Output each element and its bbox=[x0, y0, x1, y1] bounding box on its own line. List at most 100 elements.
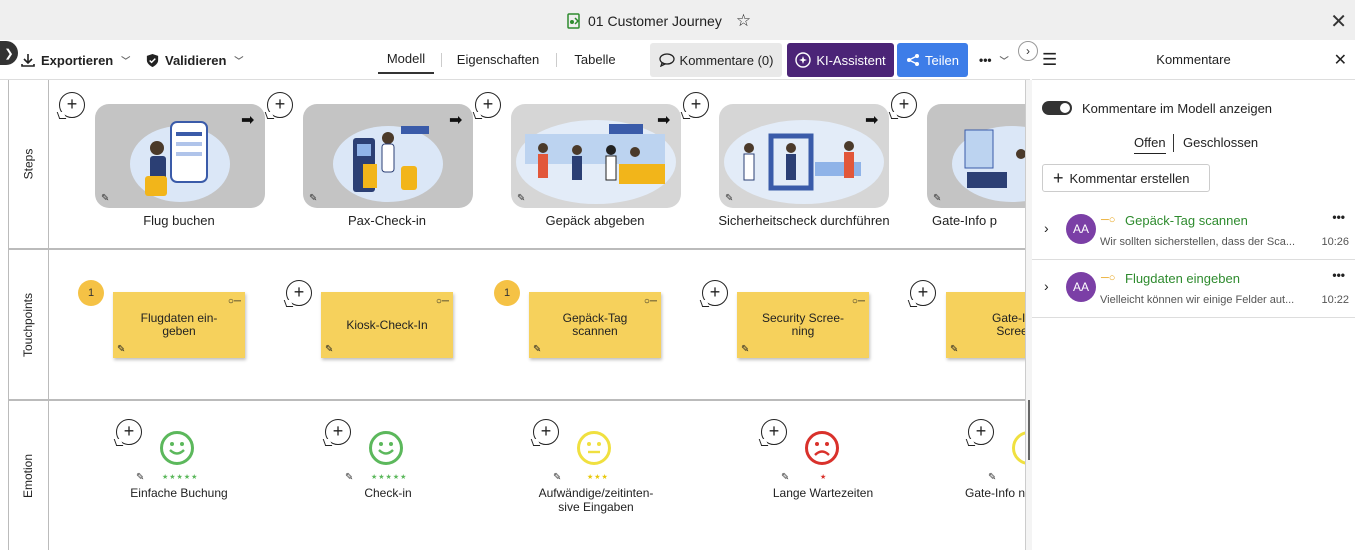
touchpoint-sticky[interactable]: Flugdaten ein- geben ○─ ✎ bbox=[113, 292, 245, 358]
edit-pencil-icon[interactable]: ✎ bbox=[533, 343, 541, 356]
tab-properties[interactable]: Eigenschaften bbox=[448, 40, 548, 80]
add-step-icon[interactable]: + bbox=[59, 92, 85, 118]
close-panel-icon[interactable]: ✕ bbox=[1334, 50, 1347, 70]
export-label: Exportieren bbox=[41, 52, 114, 68]
tab-separator bbox=[441, 53, 442, 67]
rating-stars: ★ bbox=[820, 474, 828, 481]
tab-table[interactable]: Tabelle bbox=[563, 40, 627, 80]
validate-button[interactable]: Validieren ﹀ bbox=[145, 40, 243, 80]
step-card-flight-booking[interactable]: ✎ bbox=[95, 104, 265, 208]
comments-label: Kommentare (0) bbox=[679, 52, 774, 68]
ki-assistant-button[interactable]: KI-Assistent bbox=[787, 43, 894, 77]
sad-face-icon[interactable] bbox=[805, 431, 839, 465]
comments-button[interactable]: Kommentare (0) bbox=[650, 43, 782, 77]
rating-stars: ★★★★★ bbox=[162, 474, 199, 481]
key-icon: ─○ bbox=[1101, 214, 1116, 226]
show-comments-toggle[interactable] bbox=[1042, 101, 1072, 115]
add-step-icon[interactable]: + bbox=[891, 92, 917, 118]
favorite-star-icon[interactable]: ☆ bbox=[736, 11, 751, 31]
step-card-security-check[interactable]: ✎ bbox=[719, 104, 889, 208]
speech-bubble-icon bbox=[658, 53, 675, 67]
filter-open-tab[interactable]: Offen bbox=[1134, 135, 1166, 154]
add-touchpoint-icon[interactable]: + bbox=[910, 280, 936, 306]
comment-item[interactable]: › AA ─○ Gepäck-Tag scannen ••• Wir sollt… bbox=[1032, 202, 1355, 260]
toolbar: Exportieren ﹀ Validieren ﹀ Modell Eigens… bbox=[0, 40, 1030, 80]
edit-pencil-icon[interactable]: ✎ bbox=[988, 472, 996, 483]
neutral-face-icon[interactable] bbox=[1012, 431, 1025, 465]
ai-sparkle-icon bbox=[795, 52, 812, 68]
step-card-pax-checkin[interactable]: ✎ bbox=[303, 104, 473, 208]
add-emotion-icon[interactable]: + bbox=[761, 419, 787, 445]
emotion-label: Einfache Buchung bbox=[130, 486, 228, 500]
edit-pencil-icon[interactable]: ✎ bbox=[553, 472, 561, 483]
chevron-right-icon[interactable]: › bbox=[1044, 220, 1049, 236]
panel-splitter[interactable] bbox=[1025, 80, 1032, 550]
add-emotion-icon[interactable]: + bbox=[533, 419, 559, 445]
filter-separator bbox=[1173, 134, 1174, 152]
comment-item[interactable]: › AA ─○ Flugdaten eingeben ••• Vielleich… bbox=[1032, 260, 1355, 318]
happy-face-icon[interactable] bbox=[369, 431, 403, 465]
add-emotion-icon[interactable]: + bbox=[325, 419, 351, 445]
title-bar: 01 Customer Journey ☆ ✕ bbox=[0, 0, 1355, 40]
journey-canvas[interactable]: Steps Touchpoints Emotion + ✎ ➡ Flug buc… bbox=[8, 80, 1025, 550]
window-title-wrap: 01 Customer Journey ☆ bbox=[566, 11, 751, 31]
chevron-right-icon[interactable]: › bbox=[1044, 278, 1049, 294]
touchpoint-label: Security Scree- ning bbox=[761, 311, 845, 338]
edit-pencil-icon[interactable]: ✎ bbox=[309, 193, 317, 204]
comment-title: Flugdaten eingeben bbox=[1125, 271, 1240, 286]
touchpoint-sticky[interactable]: Gate-In Scree ✎ bbox=[946, 292, 1025, 358]
edit-pencil-icon[interactable]: ✎ bbox=[933, 193, 941, 204]
step-label: Gepäck abgeben bbox=[545, 213, 645, 228]
add-step-icon[interactable]: + bbox=[683, 92, 709, 118]
add-emotion-icon[interactable]: + bbox=[968, 419, 994, 445]
more-options-icon[interactable]: ••• bbox=[1332, 268, 1345, 282]
edit-pencil-icon[interactable]: ✎ bbox=[101, 193, 109, 204]
collapse-right-icon[interactable]: › bbox=[1018, 41, 1038, 61]
next-arrow-icon: ➡ bbox=[449, 112, 463, 129]
happy-face-icon[interactable] bbox=[160, 431, 194, 465]
edit-pencil-icon[interactable]: ✎ bbox=[781, 472, 789, 483]
more-options-button[interactable]: ••• ﹀ bbox=[979, 40, 1009, 80]
add-step-icon[interactable]: + bbox=[475, 92, 501, 118]
more-label: ••• bbox=[979, 53, 992, 67]
add-touchpoint-icon[interactable]: + bbox=[286, 280, 312, 306]
comment-count-badge[interactable]: 1 bbox=[494, 280, 520, 306]
touchpoint-sticky[interactable]: Security Scree- ning ○─ ✎ bbox=[737, 292, 869, 358]
lane-divider bbox=[9, 248, 1025, 250]
add-step-icon[interactable]: + bbox=[267, 92, 293, 118]
filter-closed-tab[interactable]: Geschlossen bbox=[1183, 135, 1258, 150]
step-card-gate-info[interactable]: ✎ bbox=[927, 104, 1025, 208]
touchpoint-sticky[interactable]: Gepäck-Tag scannen ○─ ✎ bbox=[529, 292, 661, 358]
comment-count-badge[interactable]: 1 bbox=[78, 280, 104, 306]
edit-pencil-icon[interactable]: ✎ bbox=[725, 193, 733, 204]
comment-time: 10:22 bbox=[1321, 294, 1349, 306]
edit-pencil-icon[interactable]: ✎ bbox=[117, 343, 125, 356]
edit-pencil-icon[interactable]: ✎ bbox=[345, 472, 353, 483]
create-comment-button[interactable]: + Kommentar erstellen bbox=[1042, 164, 1210, 192]
close-window-icon[interactable]: ✕ bbox=[1330, 9, 1347, 34]
touchpoint-label: Kiosk-Check-In bbox=[346, 317, 428, 332]
rating-stars: ★★★★★ bbox=[371, 474, 408, 481]
touchpoint-label: Flugdaten ein- geben bbox=[140, 311, 218, 338]
edit-pencil-icon[interactable]: ✎ bbox=[136, 472, 144, 483]
add-emotion-icon[interactable]: + bbox=[116, 419, 142, 445]
add-touchpoint-icon[interactable]: + bbox=[702, 280, 728, 306]
step-label: Flug buchen bbox=[143, 213, 215, 228]
edit-pencil-icon[interactable]: ✎ bbox=[950, 343, 958, 356]
neutral-face-icon[interactable] bbox=[577, 431, 611, 465]
next-arrow-icon: ➡ bbox=[865, 112, 879, 129]
tab-model[interactable]: Modell bbox=[378, 40, 434, 74]
step-card-baggage-drop[interactable]: ✎ bbox=[511, 104, 681, 208]
export-button[interactable]: Exportieren ﹀ bbox=[20, 40, 130, 80]
edit-pencil-icon[interactable]: ✎ bbox=[517, 193, 525, 204]
more-options-icon[interactable]: ••• bbox=[1332, 210, 1345, 224]
edit-pencil-icon[interactable]: ✎ bbox=[325, 343, 333, 356]
emotion-label: Lange Wartezeiten bbox=[772, 486, 874, 500]
key-icon: ○─ bbox=[643, 296, 657, 307]
key-icon: ─○ bbox=[1101, 272, 1116, 284]
share-button[interactable]: Teilen bbox=[897, 43, 968, 77]
touchpoint-sticky[interactable]: Kiosk-Check-In ○─ ✎ bbox=[321, 292, 453, 358]
emotion-label: Aufwändige/zeitinten- sive Eingaben bbox=[538, 486, 654, 514]
touchpoint-label: Gepäck-Tag scannen bbox=[562, 311, 628, 338]
edit-pencil-icon[interactable]: ✎ bbox=[741, 343, 749, 356]
